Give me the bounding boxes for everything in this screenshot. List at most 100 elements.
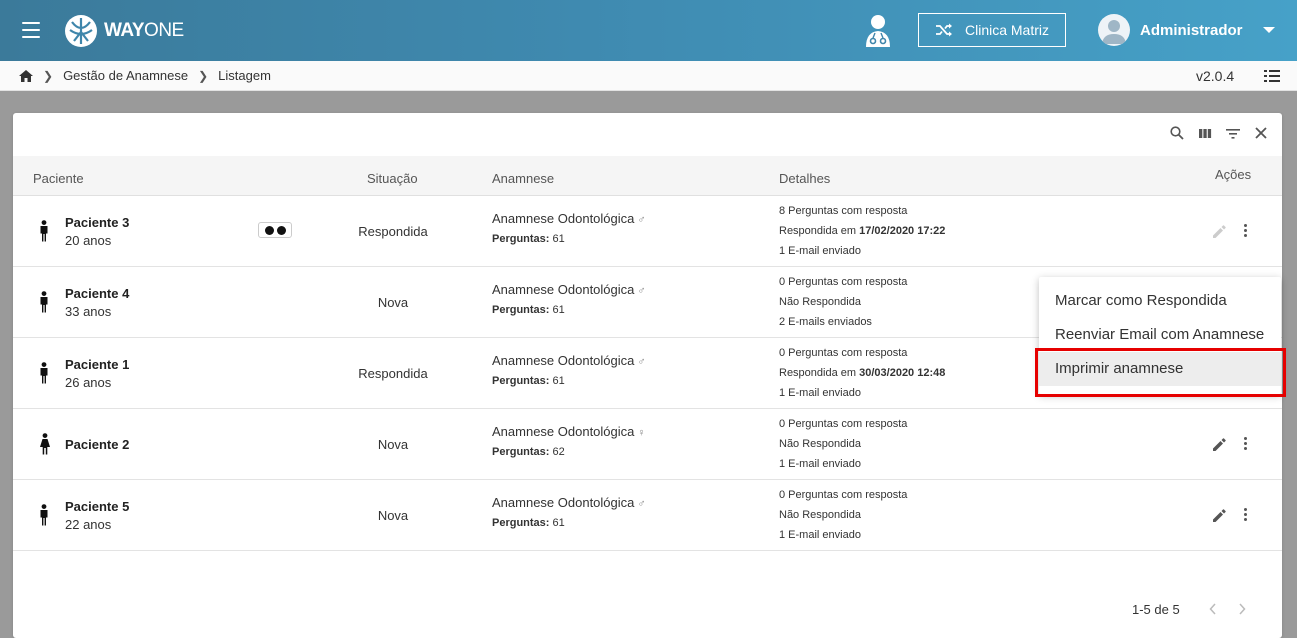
close-icon[interactable]	[1254, 126, 1268, 140]
details-emails: 1 E-mail enviado	[779, 458, 861, 470]
anamnese-name: Anamnese Odontológica	[492, 211, 635, 226]
home-icon[interactable]	[19, 69, 33, 82]
patient-name: Paciente 1	[65, 357, 130, 372]
anamnese-title: Anamnese Odontológica ♂	[492, 353, 646, 368]
patient-age: 26 anos	[65, 375, 112, 390]
details-status-date: 30/03/2020 12:48	[859, 367, 946, 379]
details-status-text: Respondida em	[779, 225, 857, 237]
table-row[interactable]: Paciente 2 Nova Anamnese Odontológica ♀ Perg…	[13, 409, 1282, 480]
details-answers: 0 Perguntas com resposta	[779, 489, 908, 501]
patient-name: Paciente 5	[65, 499, 130, 514]
breadcrumb-item-gestao[interactable]: Gestão de Anamnese	[63, 68, 188, 83]
gender-symbol: ♂	[637, 214, 646, 226]
menu-item-marcar-respondida[interactable]: Marcar como Respondida	[1039, 284, 1281, 318]
wayone-logo-icon	[65, 15, 97, 47]
more-vertical-icon[interactable]	[1244, 224, 1248, 238]
patient-age: 33 anos	[65, 304, 112, 319]
status-text: Respondida	[358, 366, 428, 381]
details-status-text: Não Respondida	[779, 509, 861, 521]
details-emails: 1 E-mail enviado	[779, 245, 861, 257]
details-answers: 8 Perguntas com resposta	[779, 205, 908, 217]
breadcrumb: ❯ Gestão de Anamnese ❯ Listagem	[19, 68, 271, 83]
edit-pencil-icon[interactable]	[1212, 437, 1227, 452]
clinic-button-label: Clinica Matriz	[964, 22, 1049, 38]
details-status-date: 17/02/2020 17:22	[859, 225, 946, 237]
user-menu[interactable]: Administrador	[1098, 14, 1275, 46]
app-logo[interactable]: WAYONE	[64, 14, 184, 48]
table-header: Paciente Situação Anamnese Detalhes Açõe…	[13, 156, 1282, 196]
user-avatar-icon	[1102, 20, 1126, 44]
questions-count: 61	[552, 375, 565, 387]
clinic-switch-button[interactable]: Clinica Matriz	[918, 13, 1066, 47]
questions-count: 61	[552, 304, 565, 316]
questions-label: Perguntas:	[492, 375, 550, 387]
more-vertical-icon[interactable]	[1244, 508, 1248, 522]
filter-icon[interactable]	[1226, 126, 1240, 140]
eyes-badge-icon	[258, 222, 292, 238]
app-version: v2.0.4	[1196, 68, 1235, 84]
table-row[interactable]: Paciente 3 20 anos Respondida Anamnese Odon…	[13, 196, 1282, 267]
shuffle-icon	[935, 23, 952, 37]
chevron-left-icon[interactable]	[1209, 603, 1217, 615]
chevron-right-icon[interactable]	[1238, 603, 1246, 615]
anamnese-title: Anamnese Odontológica ♂	[492, 495, 646, 510]
column-header-paciente[interactable]: Paciente	[33, 171, 84, 186]
column-header-situacao[interactable]: Situação	[367, 171, 418, 186]
patient-name: Paciente 4	[65, 286, 130, 301]
caret-down-icon	[1262, 27, 1275, 33]
questions-count: 61	[552, 517, 565, 529]
male-person-icon	[39, 291, 49, 313]
questions-count: 61	[552, 233, 565, 245]
chevron-right-icon: ❯	[198, 68, 209, 83]
details-status-text: Respondida em	[779, 367, 857, 379]
table-toolbar	[1170, 126, 1268, 140]
column-header-detalhes[interactable]: Detalhes	[779, 171, 830, 186]
questions-count: 62	[552, 446, 565, 458]
details-emails: 1 E-mail enviado	[779, 387, 861, 399]
female-person-icon	[39, 433, 50, 455]
questions-label: Perguntas:	[492, 517, 550, 529]
anamnese-questions: Perguntas: 61	[492, 304, 565, 316]
details-answers: 0 Perguntas com resposta	[779, 418, 908, 430]
more-vertical-icon[interactable]	[1244, 437, 1248, 451]
top-bar: WAYONE Clinica Matriz Administrador	[0, 0, 1297, 61]
edit-pencil-icon[interactable]	[1212, 224, 1227, 239]
anamnese-questions: Perguntas: 61	[492, 517, 565, 529]
doctor-icon[interactable]	[864, 14, 892, 48]
details-status: Respondida em 17/02/2020 17:22	[779, 225, 945, 237]
male-person-icon	[39, 504, 49, 526]
anamnese-questions: Perguntas: 61	[492, 375, 565, 387]
row-actions-menu: Marcar como Respondida Reenviar Email co…	[1039, 277, 1281, 394]
anamnese-title: Anamnese Odontológica ♂	[492, 282, 646, 297]
table-row[interactable]: Paciente 5 22 anos Nova Anamnese Odontológi…	[13, 480, 1282, 551]
questions-label: Perguntas:	[492, 233, 550, 245]
details-status-text: Não Respondida	[779, 296, 861, 308]
logo-text-main: WAY	[104, 20, 145, 41]
chevron-right-icon: ❯	[43, 68, 54, 83]
status-text: Nova	[377, 508, 409, 523]
gender-symbol: ♂	[637, 356, 646, 368]
details-answers: 0 Perguntas com resposta	[779, 276, 908, 288]
gender-symbol: ♀	[637, 427, 646, 439]
anamnese-title: Anamnese Odontológica ♀	[492, 424, 646, 439]
menu-item-imprimir-anamnese[interactable]: Imprimir anamnese	[1039, 352, 1281, 386]
hamburger-menu-icon[interactable]	[22, 22, 40, 38]
edit-pencil-icon[interactable]	[1212, 508, 1227, 523]
anamnese-name: Anamnese Odontológica	[492, 495, 635, 510]
column-header-acoes: Ações	[1215, 167, 1252, 182]
search-icon[interactable]	[1170, 126, 1184, 140]
column-header-anamnese[interactable]: Anamnese	[492, 171, 554, 186]
user-name: Administrador	[1140, 21, 1243, 39]
anamnese-questions: Perguntas: 62	[492, 446, 565, 458]
menu-item-reenviar-email[interactable]: Reenviar Email com Anamnese	[1039, 318, 1281, 352]
anamnese-name: Anamnese Odontológica	[492, 353, 635, 368]
male-person-icon	[39, 220, 49, 242]
patient-age: 22 anos	[65, 517, 112, 532]
details-emails: 2 E-mails enviados	[779, 316, 872, 328]
details-status-text: Não Respondida	[779, 438, 861, 450]
gender-symbol: ♂	[637, 285, 646, 297]
anamnese-title: Anamnese Odontológica ♂	[492, 211, 646, 226]
list-view-icon[interactable]	[1264, 69, 1280, 83]
columns-icon[interactable]	[1198, 126, 1212, 140]
anamnese-name: Anamnese Odontológica	[492, 424, 635, 439]
